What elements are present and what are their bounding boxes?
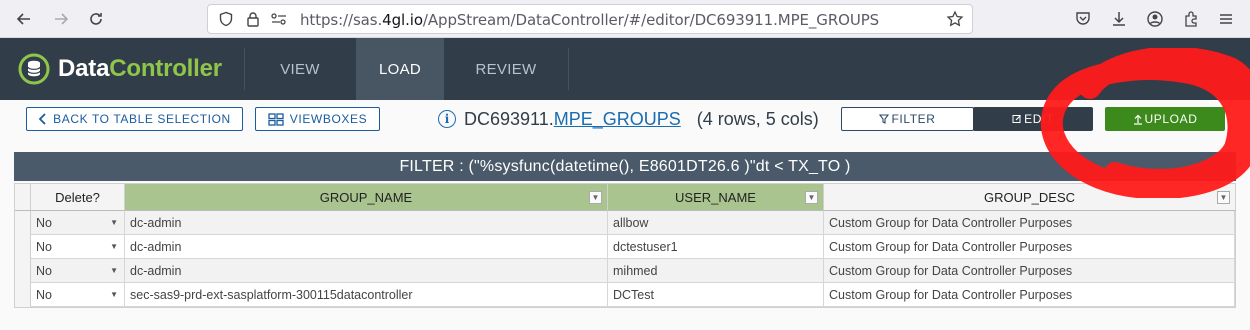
- user-name-cell[interactable]: DCTest: [608, 283, 824, 307]
- group-name-cell[interactable]: dc-admin: [125, 211, 608, 235]
- group-desc-cell[interactable]: Custom Group for Data Controller Purpose…: [824, 211, 1235, 235]
- row-header[interactable]: [15, 259, 31, 283]
- column-header-delete[interactable]: Delete?: [31, 184, 125, 211]
- user-name-cell[interactable]: allbow: [608, 211, 824, 235]
- lock-icon[interactable]: [246, 11, 260, 32]
- permissions-icon[interactable]: [270, 11, 288, 32]
- column-header-group-name[interactable]: GROUP_NAME ▼: [125, 184, 608, 211]
- tab-load[interactable]: LOAD: [356, 38, 444, 100]
- column-menu-icon[interactable]: ▼: [805, 191, 818, 204]
- viewboxes-button[interactable]: VIEWBOXES: [255, 107, 380, 131]
- app-logo[interactable]: DataController: [18, 52, 222, 86]
- bookmark-star-icon[interactable]: [946, 10, 964, 33]
- menu-icon[interactable]: [1215, 8, 1237, 30]
- group-desc-cell[interactable]: Custom Group for Data Controller Purpose…: [824, 259, 1235, 283]
- table-name-link[interactable]: MPE_GROUPS: [554, 109, 681, 130]
- filter-icon: [879, 114, 890, 124]
- delete-select[interactable]: No ▼: [31, 259, 125, 283]
- dropdown-arrow-icon[interactable]: ▼: [110, 218, 118, 227]
- table-row: No ▼ sec-sas9-prd-ext-sasplatform-300115d…: [15, 283, 1235, 307]
- tab-review[interactable]: REVIEW: [445, 38, 567, 100]
- user-name-cell[interactable]: dctestuser1: [608, 235, 824, 259]
- filter-button[interactable]: FILTER: [841, 107, 974, 131]
- dropdown-arrow-icon[interactable]: ▼: [110, 266, 118, 275]
- group-name-cell[interactable]: sec-sas9-prd-ext-sasplatform-300115datac…: [125, 283, 608, 307]
- back-arrow-icon[interactable]: [13, 8, 35, 30]
- app-header: DataController VIEW LOAD REVIEW: [0, 38, 1250, 100]
- app-name: DataController: [58, 55, 222, 82]
- row-header-corner: [15, 184, 31, 211]
- shield-icon[interactable]: [218, 11, 234, 32]
- reload-icon[interactable]: [85, 8, 107, 30]
- table-summary: (4 rows, 5 cols): [696, 108, 819, 129]
- column-header-user-name[interactable]: USER_NAME ▼: [608, 184, 824, 211]
- column-menu-icon[interactable]: ▼: [589, 191, 602, 204]
- user-name-cell[interactable]: mihmed: [608, 259, 824, 283]
- row-header[interactable]: [15, 235, 31, 259]
- column-menu-icon[interactable]: ▼: [1217, 191, 1230, 204]
- group-name-cell[interactable]: dc-admin: [125, 235, 608, 259]
- info-icon[interactable]: i: [438, 110, 456, 128]
- chevron-left-icon: [38, 113, 47, 125]
- table-title: i DC693911. MPE_GROUPS (4 rows, 5 cols): [438, 108, 819, 130]
- data-grid: Delete? GROUP_NAME ▼ USER_NAME ▼ GROUP_D…: [14, 183, 1236, 308]
- browser-toolbar: https://sas.4gl.io/AppStream/DataControl…: [0, 0, 1250, 38]
- dropdown-arrow-icon[interactable]: ▼: [110, 242, 118, 251]
- pocket-icon[interactable]: [1072, 8, 1094, 30]
- group-desc-cell[interactable]: Custom Group for Data Controller Purpose…: [824, 235, 1235, 259]
- grid-icon: [268, 112, 284, 126]
- column-header-group-desc[interactable]: GROUP_DESC ▼: [824, 184, 1236, 211]
- edit-button[interactable]: EDIT: [973, 107, 1093, 131]
- upload-button[interactable]: UPLOAD: [1105, 107, 1225, 131]
- tab-view[interactable]: VIEW: [245, 38, 355, 100]
- back-to-table-selection-button[interactable]: BACK TO TABLE SELECTION: [26, 107, 243, 131]
- dropdown-arrow-icon[interactable]: ▼: [110, 290, 118, 299]
- editor-toolbar: BACK TO TABLE SELECTION VIEWBOXES i DC69…: [0, 100, 1250, 150]
- delete-select[interactable]: No ▼: [31, 235, 125, 259]
- upload-icon: [1133, 114, 1143, 125]
- active-filter-banner: FILTER : ("%sysfunc(datetime(), E8601DT2…: [14, 152, 1236, 181]
- table-row: No ▼ dc-admin dctestuser1 Custom Group fo…: [15, 235, 1235, 259]
- downloads-icon[interactable]: [1108, 8, 1130, 30]
- address-bar[interactable]: https://sas.4gl.io/AppStream/DataControl…: [207, 4, 973, 34]
- table-row: No ▼ dc-admin mihmed Custom Group for Dat…: [15, 259, 1235, 283]
- url-text[interactable]: https://sas.4gl.io/AppStream/DataControl…: [300, 11, 879, 29]
- extensions-icon[interactable]: [1180, 8, 1202, 30]
- delete-select[interactable]: No ▼: [31, 283, 125, 307]
- table-row: No ▼ dc-admin allbow Custom Group for Dat…: [15, 211, 1235, 235]
- forward-arrow-icon[interactable]: [50, 8, 72, 30]
- database-logo-icon: [18, 53, 50, 85]
- edit-icon: [1012, 114, 1022, 124]
- row-header[interactable]: [15, 283, 31, 307]
- delete-select[interactable]: No ▼: [31, 211, 125, 235]
- row-header[interactable]: [15, 211, 31, 235]
- group-desc-cell[interactable]: Custom Group for Data Controller Purpose…: [824, 283, 1235, 307]
- account-icon[interactable]: [1144, 8, 1166, 30]
- group-name-cell[interactable]: dc-admin: [125, 259, 608, 283]
